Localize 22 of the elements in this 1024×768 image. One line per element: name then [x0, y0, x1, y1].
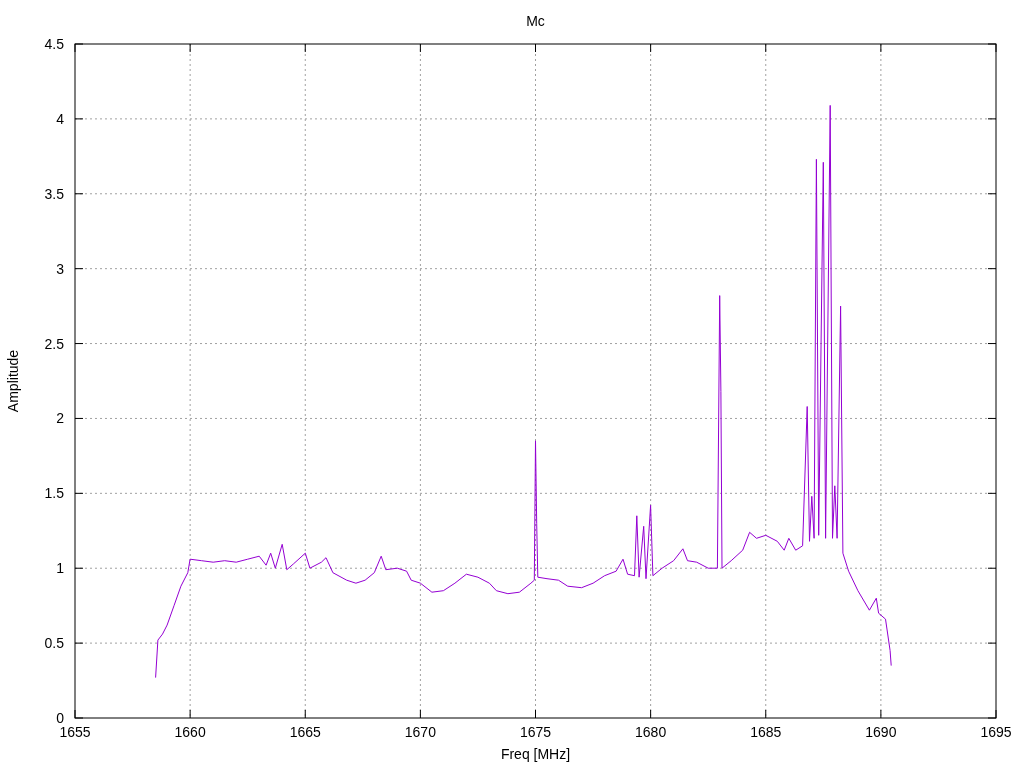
y-tick-label: 4 [56, 110, 64, 127]
x-axis-label: Freq [MHz] [500, 746, 571, 762]
x-tick-label: 1680 [635, 724, 667, 740]
x-tick-label: 1685 [750, 724, 782, 740]
x-tick-label: 1670 [404, 724, 436, 740]
x-tick-label: 1690 [865, 724, 897, 740]
x-tick-label: 1665 [289, 724, 321, 740]
y-tick-label: 3 [56, 260, 64, 277]
y-tick-label: 0.5 [44, 635, 64, 652]
y-tick-label: 3.5 [44, 185, 64, 202]
x-tick-label: 1660 [174, 724, 206, 740]
y-tick-label: 1 [56, 560, 64, 577]
y-tick-label: 1.5 [44, 485, 64, 502]
y-tick-label: 2.5 [44, 335, 64, 352]
y-tick-label: 4.5 [44, 36, 64, 52]
y-tick-label: 2 [56, 410, 64, 427]
x-tick-label: 1675 [519, 724, 552, 740]
y-axis-label: Amplitude [5, 349, 21, 413]
x-tick-label: 1655 [59, 724, 91, 740]
x-tick-label: 1695 [980, 724, 1012, 740]
y-tick-label: 0 [56, 710, 64, 726]
chart-title: Mc [526, 13, 545, 29]
